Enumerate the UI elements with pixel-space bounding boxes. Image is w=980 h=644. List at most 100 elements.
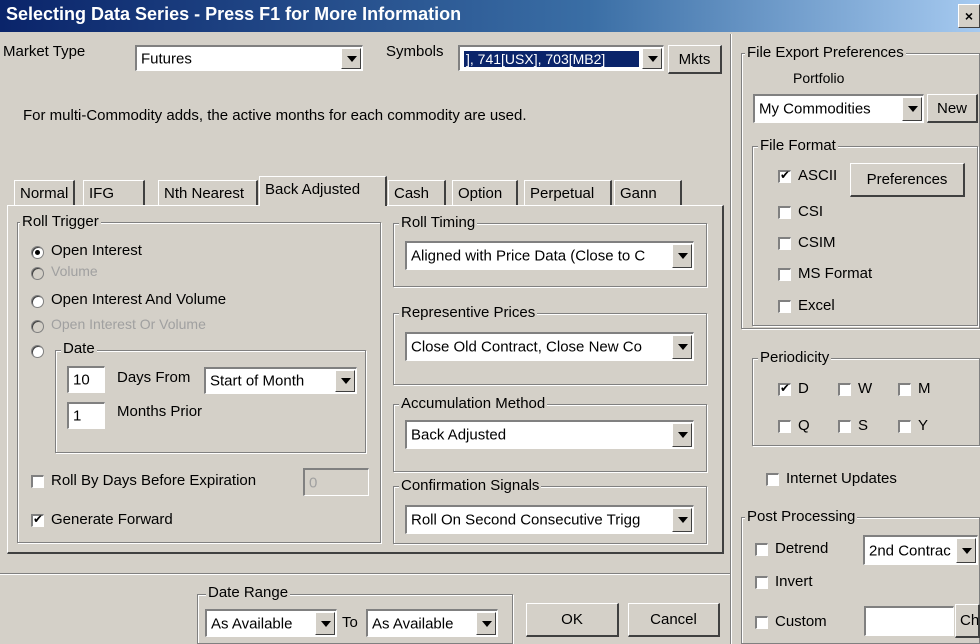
roll-by-days-input: 0 <box>303 468 369 496</box>
close-button[interactable]: × <box>958 4 980 28</box>
chevron-down-icon[interactable] <box>476 612 496 635</box>
ok-button[interactable]: OK <box>526 603 619 637</box>
cancel-button[interactable]: Cancel <box>628 603 720 637</box>
period-y-checkbox[interactable] <box>898 420 911 433</box>
months-prior-label: Months Prior <box>117 403 203 420</box>
generate-forward-checkbox[interactable] <box>31 512 44 527</box>
tab-nth-nearest[interactable]: Nth Nearest <box>158 180 258 206</box>
csi-checkbox[interactable] <box>778 206 791 219</box>
symbols-select[interactable]: ], 741[USX], 703[MB2] <box>458 45 664 71</box>
confirmation-title: Confirmation Signals <box>399 477 542 494</box>
invert-checkbox[interactable] <box>755 576 768 589</box>
chevron-down-icon[interactable] <box>642 48 662 69</box>
chevron-down-icon[interactable] <box>672 508 692 532</box>
chevron-down-icon[interactable] <box>902 97 922 121</box>
accumulation-select[interactable]: Back Adjusted <box>405 420 694 449</box>
invert-label: Invert <box>775 573 813 590</box>
representive-prices-title: Representive Prices <box>399 304 538 321</box>
chevron-down-icon[interactable] <box>672 423 692 447</box>
roll-by-days-checkbox[interactable] <box>31 475 44 488</box>
right-column-separator <box>730 34 732 644</box>
file-format-title: File Format <box>758 137 838 154</box>
radio-oi-or-volume <box>31 320 44 333</box>
tab-normal[interactable]: Normal <box>14 180 76 206</box>
open-interest-label: Open Interest <box>51 242 142 259</box>
period-q-label: Q <box>798 417 810 434</box>
info-text: For multi-Commodity adds, the active mon… <box>23 107 527 124</box>
title-bar: Selecting Data Series - Press F1 for Mor… <box>0 0 980 32</box>
generate-forward-label: Generate Forward <box>51 511 173 528</box>
internet-updates-label: Internet Updates <box>786 470 897 487</box>
detrend-checkbox[interactable] <box>755 543 768 556</box>
custom-input[interactable] <box>864 606 954 636</box>
csim-label: CSIM <box>798 234 836 251</box>
detrend-select[interactable]: 2nd Contrac <box>863 535 978 565</box>
period-m-label: M <box>918 380 931 397</box>
radio-open-interest[interactable] <box>31 246 44 259</box>
chevron-down-icon[interactable] <box>315 612 335 635</box>
new-portfolio-button[interactable]: New <box>927 94 978 123</box>
tab-perpetual[interactable]: Perpetual <box>524 180 612 206</box>
ms-format-checkbox[interactable] <box>778 268 791 281</box>
mkts-button[interactable]: Mkts <box>668 45 722 74</box>
roll-timing-select[interactable]: Aligned with Price Data (Close to C <box>405 241 694 270</box>
portfolio-select[interactable]: My Commodities <box>753 94 924 123</box>
csim-checkbox[interactable] <box>778 237 791 250</box>
tab-back-adjusted[interactable]: Back Adjusted <box>259 176 387 206</box>
period-m-checkbox[interactable] <box>898 383 911 396</box>
period-w-checkbox[interactable] <box>838 383 851 396</box>
months-input[interactable]: 1 <box>67 402 105 429</box>
chevron-down-icon[interactable] <box>335 370 355 392</box>
csi-label: CSI <box>798 203 824 220</box>
date-title: Date <box>61 340 97 357</box>
roll-trigger-title: Roll Trigger <box>20 213 101 230</box>
date-range-to-label: To <box>342 614 358 631</box>
internet-updates-checkbox[interactable] <box>766 473 779 486</box>
period-d-label: D <box>798 380 809 397</box>
date-range-to-select[interactable]: As Available <box>366 609 498 637</box>
tab-gann[interactable]: Gann <box>614 180 682 206</box>
ascii-checkbox[interactable] <box>778 168 791 183</box>
preferences-button[interactable]: Preferences <box>850 163 965 197</box>
confirmation-select[interactable]: Roll On Second Consecutive Trigg <box>405 505 694 534</box>
custom-label: Custom <box>775 613 827 630</box>
radio-volume <box>31 267 44 280</box>
excel-checkbox[interactable] <box>778 300 791 313</box>
detrend-label: Detrend <box>775 540 829 557</box>
oi-or-volume-label: Open Interest Or Volume <box>51 316 206 332</box>
tab-ifg[interactable]: IFG <box>83 180 145 206</box>
chevron-down-icon[interactable] <box>956 538 976 563</box>
roll-timing-title: Roll Timing <box>399 214 478 231</box>
bottom-separator <box>0 573 730 575</box>
representive-prices-select[interactable]: Close Old Contract, Close New Co <box>405 332 694 361</box>
custom-checkbox[interactable] <box>755 616 768 629</box>
days-from-select[interactable]: Start of Month <box>204 367 357 394</box>
volume-label: Volume <box>51 263 98 279</box>
chevron-down-icon[interactable] <box>672 244 692 268</box>
tab-cash[interactable]: Cash <box>388 180 446 206</box>
market-type-select[interactable]: Futures <box>135 45 363 71</box>
ascii-label: ASCII <box>798 167 838 184</box>
period-w-label: W <box>858 380 873 397</box>
ms-format-label: MS Format <box>798 265 873 282</box>
period-d-checkbox[interactable] <box>778 381 791 396</box>
period-q-checkbox[interactable] <box>778 420 791 433</box>
tab-option[interactable]: Option <box>452 180 518 206</box>
periodicity-title: Periodicity <box>758 349 832 366</box>
radio-date[interactable] <box>31 345 44 358</box>
radio-oi-and-volume[interactable] <box>31 295 44 308</box>
roll-by-days-label: Roll By Days Before Expiration <box>51 472 257 489</box>
excel-label: Excel <box>798 297 835 314</box>
window-title: Selecting Data Series - Press F1 for Mor… <box>6 4 462 24</box>
chevron-down-icon[interactable] <box>341 48 361 69</box>
symbols-label: Symbols <box>386 43 444 60</box>
portfolio-label: Portfolio <box>793 70 845 86</box>
custom-choose-button[interactable]: Ch <box>955 604 980 638</box>
period-s-checkbox[interactable] <box>838 420 851 433</box>
days-input[interactable]: 10 <box>67 366 105 393</box>
post-processing-title: Post Processing <box>745 508 858 525</box>
period-y-label: Y <box>918 417 929 434</box>
days-from-label: Days From <box>117 369 191 386</box>
date-range-from-select[interactable]: As Available <box>205 609 337 637</box>
chevron-down-icon[interactable] <box>672 335 692 359</box>
